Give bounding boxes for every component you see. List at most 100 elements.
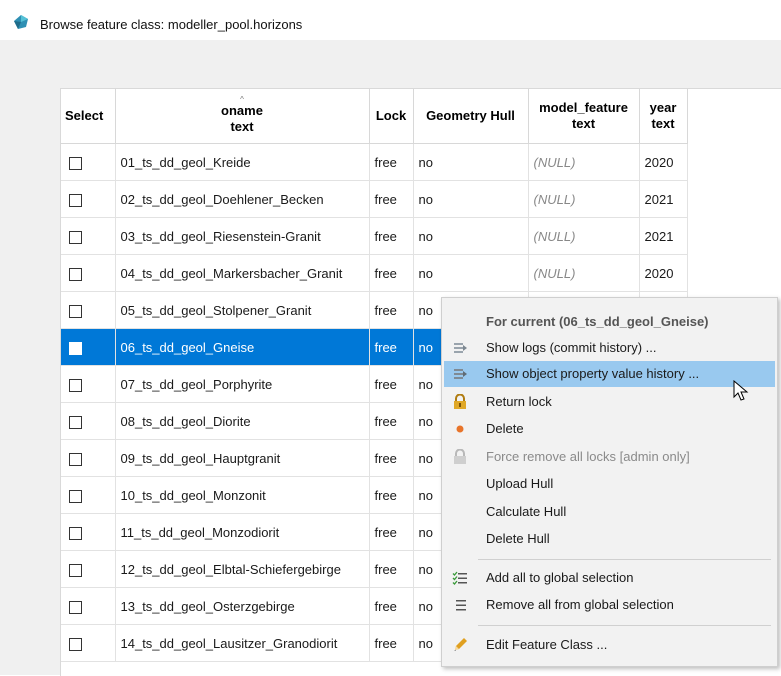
cell-year[interactable]: 2020 bbox=[639, 254, 688, 292]
cell-select[interactable] bbox=[61, 180, 116, 218]
cell-lock[interactable]: free bbox=[369, 328, 414, 366]
cell-lock[interactable]: free bbox=[369, 365, 414, 403]
history-icon bbox=[454, 369, 467, 379]
select-checkbox[interactable] bbox=[69, 230, 82, 244]
select-checkbox[interactable] bbox=[69, 267, 82, 281]
select-checkbox[interactable] bbox=[69, 193, 82, 207]
cell-oname[interactable]: 13_ts_dd_geol_Osterzgebirge bbox=[115, 587, 370, 625]
select-checkbox[interactable] bbox=[69, 156, 82, 170]
column-header-model-feature[interactable]: model_feature text bbox=[528, 89, 640, 144]
cell-select[interactable] bbox=[61, 587, 116, 625]
cell-lock[interactable]: free bbox=[369, 143, 414, 181]
mouse-cursor bbox=[733, 380, 749, 401]
select-checkbox[interactable] bbox=[69, 563, 82, 577]
app-icon bbox=[14, 15, 28, 29]
cell-select[interactable] bbox=[61, 143, 116, 181]
cell-oname[interactable]: 06_ts_dd_geol_Gneise bbox=[115, 328, 370, 366]
select-checkbox[interactable] bbox=[69, 341, 82, 355]
cell-select[interactable] bbox=[61, 476, 116, 514]
title-bar: Browse feature class: modeller_pool.hori… bbox=[0, 0, 781, 40]
cell-select[interactable] bbox=[61, 550, 116, 588]
menu-item-return-lock[interactable]: Return lock bbox=[444, 389, 775, 415]
cell-lock[interactable]: free bbox=[369, 587, 414, 625]
column-header-year[interactable]: year text bbox=[639, 89, 688, 144]
cell-oname[interactable]: 02_ts_dd_geol_Doehlener_Becken bbox=[115, 180, 370, 218]
select-checkbox[interactable] bbox=[69, 489, 82, 503]
cell-oname[interactable]: 12_ts_dd_geol_Elbtal-Schiefergebirge bbox=[115, 550, 370, 588]
menu-item-edit-feature-class[interactable]: Edit Feature Class ... bbox=[444, 632, 775, 658]
cell-oname[interactable]: 11_ts_dd_geol_Monzodiorit bbox=[115, 513, 370, 551]
cell-select[interactable] bbox=[61, 254, 116, 292]
cell-oname[interactable]: 04_ts_dd_geol_Markersbacher_Granit bbox=[115, 254, 370, 292]
table-header-row: Select ^ oname text Lock Geometry Hull mo… bbox=[61, 89, 688, 144]
cell-lock[interactable]: free bbox=[369, 439, 414, 477]
cell-model-feature[interactable]: (NULL) bbox=[528, 217, 640, 255]
select-checkbox[interactable] bbox=[69, 600, 82, 614]
cell-year[interactable]: 2020 bbox=[639, 143, 688, 181]
menu-item-force-remove-locks[interactable]: Force remove all locks [admin only] bbox=[444, 444, 775, 470]
table-row[interactable]: 03_ts_dd_geol_Riesenstein-Granit free no (N… bbox=[61, 217, 688, 255]
cell-select[interactable] bbox=[61, 439, 116, 477]
cell-oname[interactable]: 01_ts_dd_geol_Kreide bbox=[115, 143, 370, 181]
menu-item-add-all-global-selection[interactable]: Add all to global selection bbox=[444, 565, 775, 591]
cell-geometry-hull[interactable]: no bbox=[413, 217, 529, 255]
cell-model-feature[interactable]: (NULL) bbox=[528, 143, 640, 181]
cell-lock[interactable]: free bbox=[369, 476, 414, 514]
column-header-geometry-hull[interactable]: Geometry Hull bbox=[413, 89, 529, 144]
column-header-select[interactable]: Select bbox=[61, 89, 116, 144]
force-unlock-icon bbox=[454, 449, 466, 464]
cell-lock[interactable]: free bbox=[369, 291, 414, 329]
cell-lock[interactable]: free bbox=[369, 217, 414, 255]
menu-item-delete-hull[interactable]: Delete Hull bbox=[444, 526, 775, 552]
cell-lock[interactable]: free bbox=[369, 624, 414, 662]
delete-dot-icon bbox=[456, 425, 464, 433]
cell-select[interactable] bbox=[61, 402, 116, 440]
cell-select[interactable] bbox=[61, 513, 116, 551]
table-row[interactable]: 04_ts_dd_geol_Markersbacher_Granit free no… bbox=[61, 254, 688, 292]
cell-oname[interactable]: 10_ts_dd_geol_Monzonit bbox=[115, 476, 370, 514]
cell-geometry-hull[interactable]: no bbox=[413, 180, 529, 218]
table-row[interactable]: 02_ts_dd_geol_Doehlener_Becken free no (NUL… bbox=[61, 180, 688, 218]
cell-lock[interactable]: free bbox=[369, 402, 414, 440]
cell-oname[interactable]: 07_ts_dd_geol_Porphyrite bbox=[115, 365, 370, 403]
cell-lock[interactable]: free bbox=[369, 254, 414, 292]
window-title: Browse feature class: modeller_pool.hori… bbox=[40, 17, 303, 32]
cell-lock[interactable]: free bbox=[369, 180, 414, 218]
cell-oname[interactable]: 08_ts_dd_geol_Diorite bbox=[115, 402, 370, 440]
cell-select[interactable] bbox=[61, 365, 116, 403]
cell-geometry-hull[interactable]: no bbox=[413, 143, 529, 181]
cell-lock[interactable]: free bbox=[369, 550, 414, 588]
lock-icon bbox=[454, 394, 466, 409]
table-row[interactable]: 01_ts_dd_geol_Kreide free no (NULL) 2020 bbox=[61, 143, 688, 181]
cell-lock[interactable]: free bbox=[369, 513, 414, 551]
select-checkbox[interactable] bbox=[69, 304, 82, 318]
cell-oname[interactable]: 03_ts_dd_geol_Riesenstein-Granit bbox=[115, 217, 370, 255]
select-checkbox[interactable] bbox=[69, 378, 82, 392]
cell-geometry-hull[interactable]: no bbox=[413, 254, 529, 292]
select-checkbox[interactable] bbox=[69, 452, 82, 466]
menu-item-delete[interactable]: Delete bbox=[444, 416, 775, 442]
log-icon bbox=[454, 343, 467, 353]
select-checkbox[interactable] bbox=[69, 526, 82, 540]
menu-item-show-property-history[interactable]: Show object property value history ... bbox=[444, 361, 775, 387]
cell-year[interactable]: 2021 bbox=[639, 180, 688, 218]
column-header-oname[interactable]: ^ oname text bbox=[115, 89, 370, 144]
cell-select[interactable] bbox=[61, 291, 116, 329]
select-checkbox[interactable] bbox=[69, 637, 82, 651]
column-header-lock[interactable]: Lock bbox=[369, 89, 414, 144]
cell-oname[interactable]: 05_ts_dd_geol_Stolpener_Granit bbox=[115, 291, 370, 329]
cell-model-feature[interactable]: (NULL) bbox=[528, 254, 640, 292]
menu-item-remove-all-global-selection[interactable]: Remove all from global selection bbox=[444, 592, 775, 618]
cell-select[interactable] bbox=[61, 624, 116, 662]
select-checkbox[interactable] bbox=[69, 415, 82, 429]
cell-select[interactable] bbox=[61, 217, 116, 255]
cell-oname[interactable]: 14_ts_dd_geol_Lausitzer_Granodiorit bbox=[115, 624, 370, 662]
cell-year[interactable]: 2021 bbox=[639, 217, 688, 255]
menu-item-calculate-hull[interactable]: Calculate Hull bbox=[444, 499, 775, 525]
cell-oname[interactable]: 09_ts_dd_geol_Hauptgranit bbox=[115, 439, 370, 477]
menu-item-show-logs[interactable]: Show logs (commit history) ... bbox=[444, 335, 775, 361]
cell-model-feature[interactable]: (NULL) bbox=[528, 180, 640, 218]
cell-select[interactable] bbox=[61, 328, 116, 366]
context-menu-header: For current (06_ts_dd_geol_Gneise) bbox=[486, 314, 709, 329]
menu-item-upload-hull[interactable]: Upload Hull bbox=[444, 471, 775, 497]
